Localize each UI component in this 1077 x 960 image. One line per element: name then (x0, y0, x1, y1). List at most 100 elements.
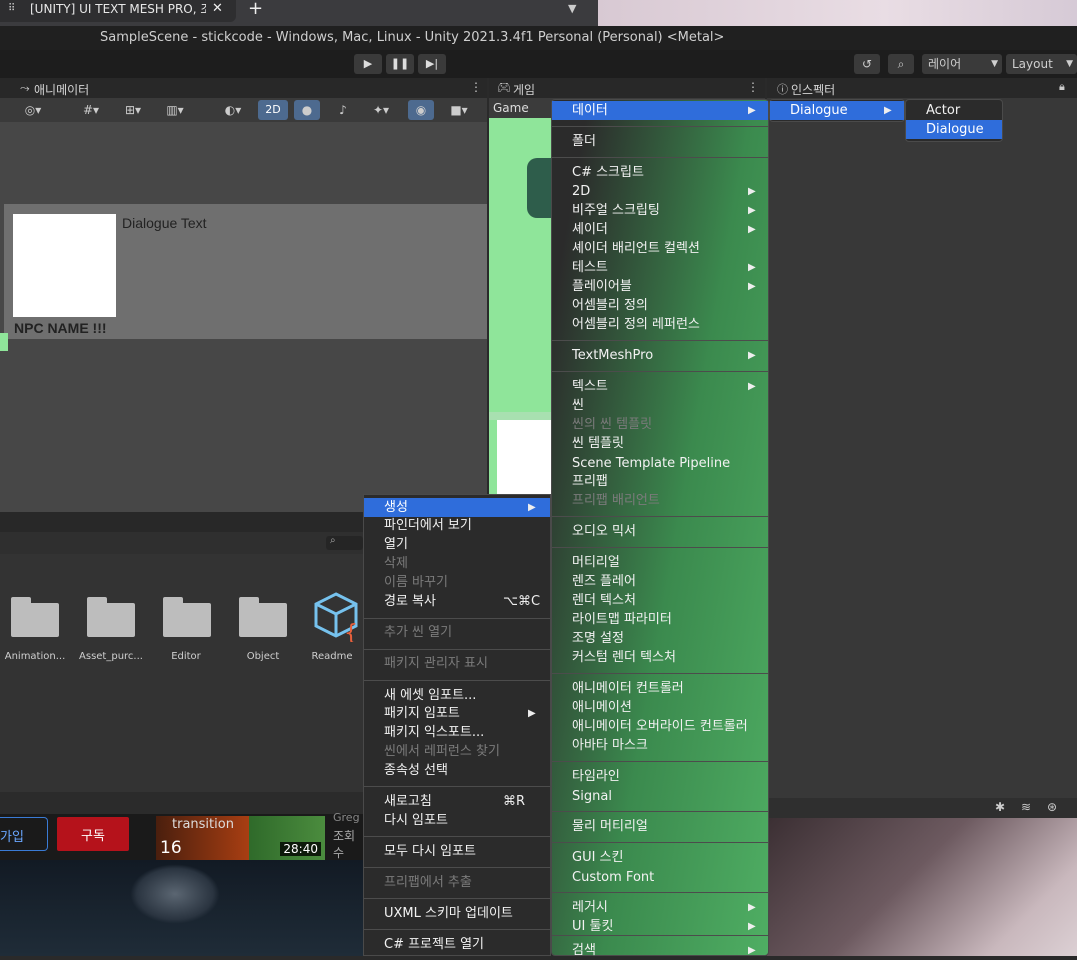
visibility-icon[interactable]: ◉ (408, 100, 434, 120)
menu-item[interactable]: 텍스트 ▶ (552, 377, 768, 396)
menu-item[interactable]: 커스텀 렌더 텍스처 (552, 648, 768, 667)
menu-item[interactable]: 프리팹에서 추출 (364, 873, 550, 892)
panel-menu-icon[interactable]: ⋮ (470, 80, 482, 94)
camera-icon[interactable]: ■▾ (440, 100, 478, 120)
menu-item[interactable]: Dialogue ▶ (770, 101, 904, 120)
globe-icon[interactable]: ◎▾ (14, 100, 52, 120)
menu-item[interactable]: 2D ▶ (552, 182, 768, 201)
lock-icon[interactable]: 🔒︎ (1059, 80, 1065, 94)
panel-menu-icon[interactable]: ⋮ (747, 80, 759, 94)
menu-item[interactable]: Custom Font (552, 868, 768, 887)
readme-asset-icon[interactable]: { (312, 590, 363, 646)
menu-item[interactable]: 삭제 (364, 554, 550, 573)
menu-item[interactable]: 새로고침 ⌘R (364, 792, 550, 811)
menu-item[interactable]: Actor (906, 101, 1002, 120)
menu-item[interactable]: 패키지 임포트 ▶ (364, 704, 550, 723)
step-button[interactable]: ▶| (418, 54, 446, 74)
menu-item[interactable]: 오디오 믹서 (552, 522, 768, 541)
menu-item[interactable]: 씬 (552, 396, 768, 415)
join-button[interactable]: 가입 (0, 817, 48, 851)
video-thumbnail-2[interactable]: 28:40 (249, 816, 325, 860)
menu-item[interactable]: 렌더 텍스처 (552, 591, 768, 610)
menu-item[interactable]: 애니메이터 오버라이드 컨트롤러 (552, 717, 768, 736)
menu-item[interactable]: UXML 스키마 업데이트 (364, 904, 550, 923)
menu-item[interactable]: 애니메이션 (552, 698, 768, 717)
layers-dropdown[interactable]: 레이어 ▼ (922, 54, 1002, 74)
game-view[interactable] (489, 118, 551, 498)
shading-icon[interactable]: ◐▾ (214, 100, 252, 120)
menu-item[interactable]: 애니메이터 컨트롤러 (552, 679, 768, 698)
subscribe-button[interactable]: 구독 (57, 817, 129, 851)
menu-item[interactable]: Signal (552, 787, 768, 806)
menu-item[interactable]: 테스트 ▶ (552, 258, 768, 277)
menu-item[interactable]: 셰이더 ▶ (552, 220, 768, 239)
menu-item[interactable]: 어셈블리 정의 레퍼런스 (552, 315, 768, 334)
menu-item[interactable]: GUI 스킨 (552, 848, 768, 867)
bug-icon[interactable]: ✱ (995, 800, 1005, 814)
play-button[interactable]: ▶ (354, 54, 382, 74)
video-thumbnail[interactable]: transition 16 (156, 816, 249, 860)
history-icon[interactable]: ↺ (854, 54, 880, 74)
menu-item[interactable]: Dialogue (906, 120, 1002, 139)
menu-item[interactable]: 패키지 관리자 표시 (364, 654, 550, 673)
menu-item[interactable]: 열기 (364, 535, 550, 554)
menu-item[interactable]: 레거시 ▶ (552, 898, 768, 917)
grid-icon[interactable]: #▾ (72, 100, 110, 120)
tab-list-chevron-icon[interactable]: ▼ (568, 0, 584, 18)
layers-icon[interactable]: ≋ (1021, 800, 1031, 814)
menu-item[interactable]: 새 에셋 임포트... (364, 686, 550, 705)
game-display-label[interactable]: Game (493, 101, 529, 115)
menu-item[interactable]: 생성 ▶ (364, 498, 550, 517)
menu-item[interactable]: 비주얼 스크립팅 ▶ (552, 201, 768, 220)
menu-item[interactable]: UI 툴킷 ▶ (552, 917, 768, 936)
menu-item[interactable]: 이름 바꾸기 (364, 573, 550, 592)
menu-item[interactable]: 씬에서 레퍼런스 찾기 (364, 742, 550, 761)
folder-icon[interactable] (11, 597, 59, 637)
menu-item[interactable]: C# 스크립트 (552, 163, 768, 182)
new-tab-icon[interactable]: + (248, 0, 266, 19)
menu-item[interactable]: 모두 다시 임포트 (364, 842, 550, 861)
menu-item[interactable]: 씬의 씬 템플릿 (552, 415, 768, 434)
2d-toggle-button[interactable]: 2D (258, 100, 288, 120)
menu-item[interactable]: 검색 ▶ (552, 941, 768, 960)
menu-item[interactable]: 폴더 (552, 132, 768, 151)
browser-tab[interactable]: ⠿ [UNITY] UI TEXT MESH PRO, 조 ✕ (0, 0, 236, 22)
menu-item[interactable]: 다시 임포트 (364, 811, 550, 830)
menu-item[interactable]: 프리팹 배리언트 (552, 491, 768, 510)
menu-item[interactable]: 프리팹 (552, 472, 768, 491)
search-icon[interactable]: ⌕ (888, 54, 914, 74)
menu-item[interactable]: 종속성 선택 (364, 761, 550, 780)
increment-icon[interactable]: ▥▾ (156, 100, 194, 120)
layout-dropdown[interactable]: Layout ▼ (1006, 54, 1077, 74)
menu-item[interactable]: 파인더에서 보기 (364, 516, 550, 535)
menu-item[interactable]: 조명 설정 (552, 629, 768, 648)
debug-icon[interactable]: ⊛ (1047, 800, 1057, 814)
menu-item[interactable]: 라이트맵 파라미터 (552, 610, 768, 629)
menu-item[interactable]: 플레이어블 ▶ (552, 277, 768, 296)
menu-item[interactable]: 셰이더 배리언트 컬렉션 (552, 239, 768, 258)
snap-icon[interactable]: ⊞▾ (114, 100, 152, 120)
tab-game[interactable]: 게임 (513, 81, 535, 98)
menu-item[interactable]: 머티리얼 (552, 553, 768, 572)
menu-item[interactable]: 씬 템플릿 (552, 434, 768, 453)
menu-item[interactable]: 패키지 익스포트... (364, 723, 550, 742)
folder-icon[interactable] (163, 597, 211, 637)
folder-icon[interactable] (87, 597, 135, 637)
project-search-input[interactable]: ⌕ (326, 535, 363, 550)
menu-item[interactable]: 어셈블리 정의 (552, 296, 768, 315)
menu-item[interactable]: 추가 씬 열기 (364, 623, 550, 642)
menu-item[interactable]: Scene Template Pipeline (552, 454, 768, 473)
tab-close-icon[interactable]: ✕ (212, 0, 226, 18)
folder-icon[interactable] (239, 597, 287, 637)
menu-item[interactable]: 경로 복사 ⌥⌘C (364, 592, 550, 611)
tab-inspector[interactable]: 인스펙터 (791, 81, 835, 98)
menu-item[interactable]: C# 프로젝트 열기 (364, 935, 550, 954)
menu-item[interactable]: 데이터 ▶ (552, 101, 768, 120)
pause-button[interactable]: ❚❚ (386, 54, 414, 74)
menu-item[interactable]: 아바타 마스크 (552, 736, 768, 755)
menu-item[interactable]: 타임라인 (552, 767, 768, 786)
effects-icon[interactable]: ✦▾ (362, 100, 400, 120)
tab-animator[interactable]: 애니메이터 (34, 81, 89, 98)
menu-item[interactable]: TextMeshPro ▶ (552, 346, 768, 365)
menu-item[interactable]: 물리 머티리얼 (552, 817, 768, 836)
